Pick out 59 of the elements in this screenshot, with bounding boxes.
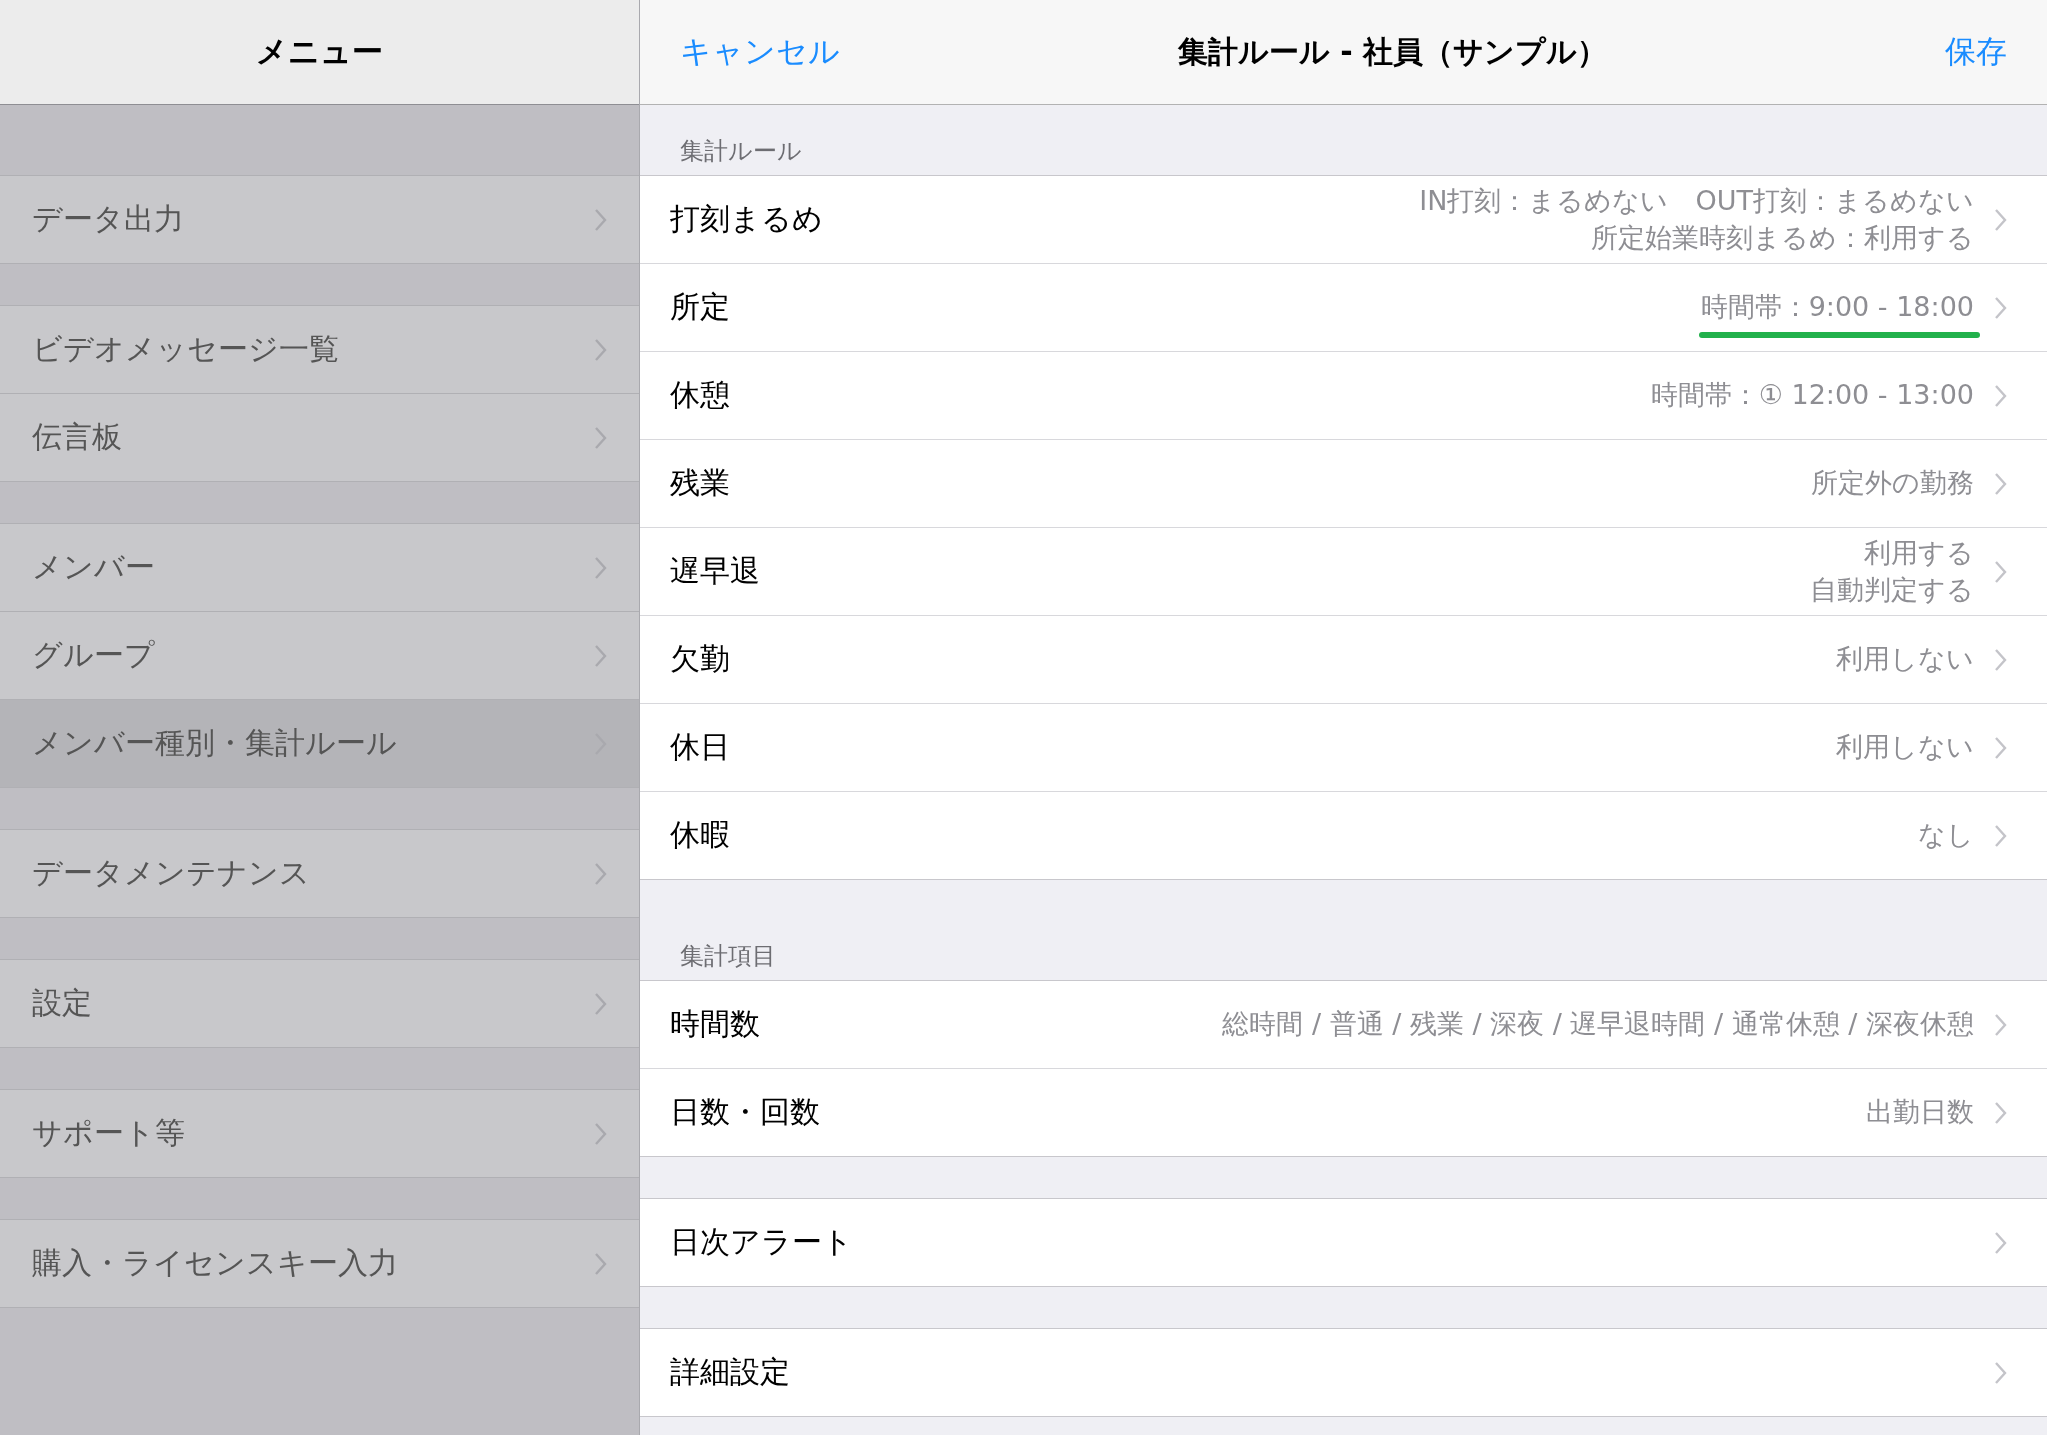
row-value: 所定始業時刻まるめ：利用する (1591, 220, 1974, 255)
sidebar-item[interactable]: 伝言板 (0, 393, 639, 482)
chevron-icon (1994, 295, 2007, 320)
chevron-icon (1994, 1100, 2007, 1125)
settings-row[interactable]: 欠勤 利用しない (640, 615, 2047, 703)
chevron-icon (594, 991, 607, 1016)
sidebar-item[interactable]: メンバー種別・集計ルール (0, 699, 639, 788)
chevron-icon (1994, 823, 2007, 848)
chevron-icon (1994, 647, 2007, 672)
row-value: 利用しない (1836, 642, 1974, 677)
chevron-icon (594, 425, 607, 450)
settings-row[interactable]: 日次アラート (640, 1199, 2047, 1286)
sidebar-item[interactable]: ビデオメッセージ一覧 (0, 305, 639, 393)
chevron-icon (594, 337, 607, 362)
chevron-icon (594, 555, 607, 580)
sidebar-title: メニュー (256, 32, 383, 71)
chevron-icon (594, 643, 607, 668)
settings-row[interactable]: 時間数 総時間 / 普通 / 残業 / 深夜 / 遅早退時間 / 通常休憩 / 深夜休憩 (640, 981, 2047, 1068)
row-value: 出勤日数 (1866, 1095, 1974, 1130)
row-value: 時間帯：① 12:00 - 13:00 (1650, 378, 1974, 413)
chevron-icon (1994, 207, 2007, 232)
sidebar-item[interactable]: 設定 (0, 959, 639, 1048)
settings-row[interactable]: 休暇 なし (640, 791, 2047, 879)
sidebar-item[interactable]: グループ (0, 611, 639, 699)
row-value: 所定外の勤務 (1811, 466, 1974, 501)
sidebar-item[interactable]: 購入・ライセンスキー入力 (0, 1219, 639, 1308)
page-title: 集計ルール - 社員（サンプル） (1177, 32, 1608, 71)
row-value: 総時間 / 普通 / 残業 / 深夜 / 遅早退時間 / 通常休憩 / 深夜休憩 (1222, 1007, 1974, 1042)
chevron-icon (1994, 1012, 2007, 1037)
chevron-icon (1994, 383, 2007, 408)
sidebar-item[interactable]: メンバー (0, 523, 639, 611)
settings-row[interactable]: 残業 所定外の勤務 (640, 439, 2047, 527)
settings-row[interactable]: 所定 時間帯：9:00 - 18:00 (640, 263, 2047, 351)
chevron-icon (1994, 559, 2007, 584)
row-value: 利用する (1864, 536, 1974, 571)
chevron-icon (594, 1121, 607, 1146)
settings-row[interactable]: 休日 利用しない (640, 703, 2047, 791)
sidebar-item[interactable]: サポート等 (0, 1089, 639, 1178)
settings-row[interactable]: 日数・回数 出勤日数 (640, 1068, 2047, 1156)
chevron-icon (594, 861, 607, 886)
chevron-icon (1994, 1360, 2007, 1385)
sidebar-item[interactable]: データメンテナンス (0, 829, 639, 918)
chevron-icon (1994, 735, 2007, 760)
sidebar-item[interactable]: データ出力 (0, 175, 639, 264)
row-value: 時間帯：9:00 - 18:00 (1700, 290, 1974, 325)
settings-row[interactable]: 休憩 時間帯：① 12:00 - 13:00 (640, 351, 2047, 439)
row-value: なし (1918, 818, 1974, 853)
row-value: 利用しない (1836, 730, 1974, 765)
chevron-icon (1994, 471, 2007, 496)
row-value: 自動判定する (1810, 572, 1974, 607)
chevron-icon (1994, 1230, 2007, 1255)
settings-row[interactable]: 詳細設定 (640, 1329, 2047, 1416)
section-header: 集計項目 (680, 941, 776, 972)
chevron-icon (594, 1251, 607, 1276)
section-header: 集計ルール (680, 136, 802, 167)
settings-row[interactable]: 打刻まるめ IN打刻：まるめない OUT打刻：まるめない 所定始業時刻まるめ：利用する (640, 176, 2047, 263)
chevron-icon (594, 207, 607, 232)
settings-row[interactable]: 遅早退 利用する 自動判定する (640, 527, 2047, 615)
row-value: IN打刻：まるめない OUT打刻：まるめない (1419, 184, 1974, 219)
